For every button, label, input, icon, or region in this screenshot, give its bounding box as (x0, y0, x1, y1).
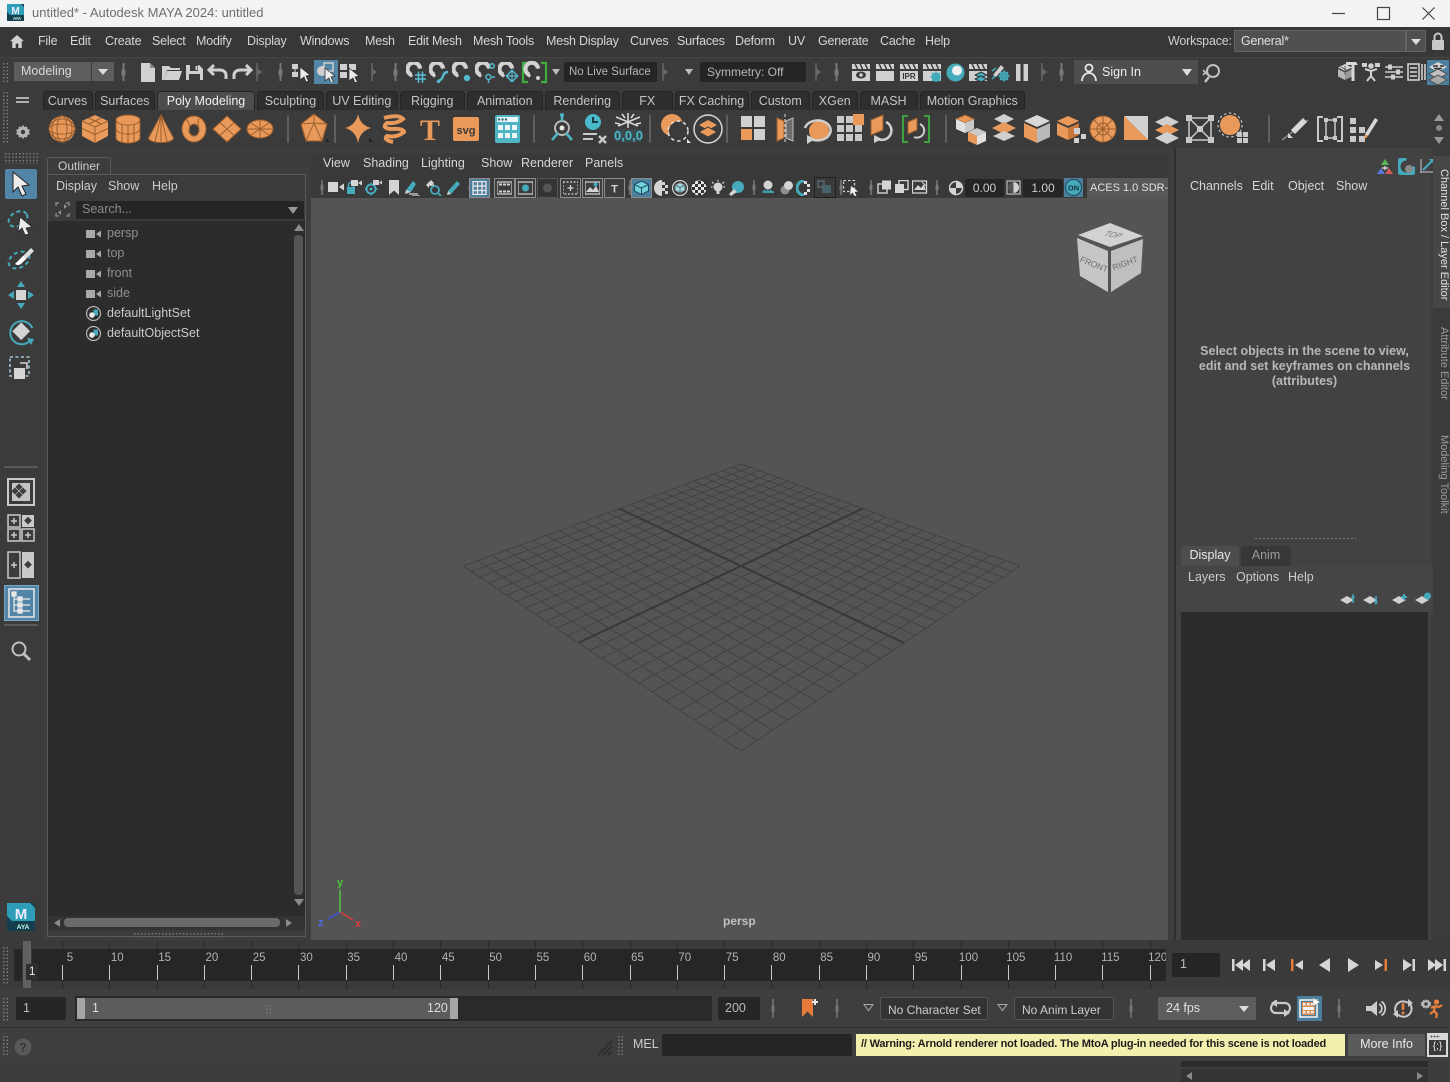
svg-text:z: z (318, 917, 324, 929)
svg-text:T: T (611, 184, 618, 196)
svg-text:IPR: IPR (902, 72, 916, 81)
svg-text:?: ? (19, 1041, 26, 1055)
svg-text:AYA: AYA (17, 924, 30, 931)
svg-text:y: y (337, 877, 344, 889)
svg-text:M: M (15, 906, 28, 923)
svg-text:x: x (355, 918, 362, 930)
svg-text:svg: svg (457, 125, 476, 137)
svg-text:T: T (420, 114, 440, 146)
svg-text:AYA: AYA (13, 16, 21, 21)
svg-text:0,0,0: 0,0,0 (614, 128, 643, 143)
svg-text:ON: ON (1068, 184, 1079, 193)
